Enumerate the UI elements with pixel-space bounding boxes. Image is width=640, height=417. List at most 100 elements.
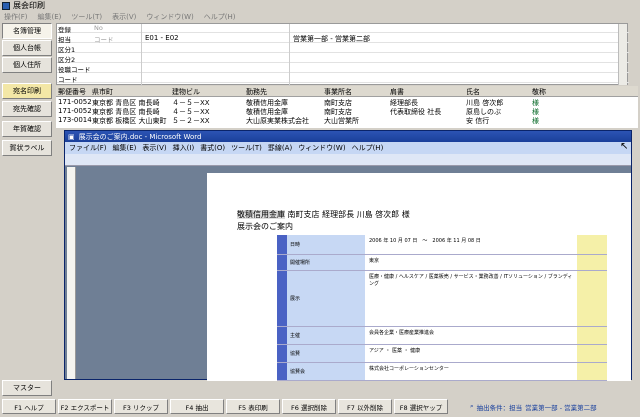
- doc-table-label: 開催場所: [287, 255, 365, 270]
- table-cell: 173-0014: [58, 116, 92, 124]
- word-titlebar[interactable]: ▣ 展示会のご案内.doc - Microsoft Word: [65, 131, 631, 142]
- column-header[interactable]: 県市町: [92, 87, 113, 97]
- menu-item[interactable]: 操作(F): [4, 12, 28, 22]
- doc-table-content: 東京: [365, 255, 577, 270]
- doc-table: 日時 2006 年 10 月 07 日 ～ 2006 年 11 月 08 日開催場…: [277, 235, 607, 381]
- menu-item[interactable]: ツール(T): [71, 12, 102, 22]
- table-row[interactable]: 173-0014 東京都 板橋区 大山東町 ５－２－XX 大山原実業株式会社 大山営業所…: [56, 116, 638, 125]
- form-scrollbar[interactable]: [618, 24, 627, 85]
- extract-condition: ⌕ 抽出条件：担当 営業第一部 - 営業第二部: [470, 399, 640, 414]
- function-key-button[interactable]: F2 エクスポート: [58, 399, 112, 414]
- function-key-button[interactable]: F4 抽出: [170, 399, 224, 414]
- doc-table-row: 主催 会員各企業・医療産業推進会: [277, 327, 607, 345]
- table-cell: 大山原実業株式会社: [246, 117, 309, 125]
- menu-item[interactable]: ヘルプ(H): [204, 12, 236, 22]
- word-menu-item[interactable]: 表示(V): [142, 143, 166, 153]
- word-menu-item[interactable]: ヘルプ(H): [352, 143, 384, 153]
- word-menu-item[interactable]: 書式(O): [200, 143, 225, 153]
- column-header[interactable]: 氏名: [466, 87, 480, 97]
- form-row: 区分1: [57, 44, 629, 54]
- separator: [289, 24, 290, 86]
- column-header[interactable]: 建物ビル: [172, 87, 200, 97]
- table-row[interactable]: 171-0052 東京都 青島区 南長崎 ４－５－XX 敬積信用金庫 南町支店 経理部長川…: [56, 98, 638, 107]
- word-menu-item[interactable]: 罫線(A): [268, 143, 292, 153]
- nav-button[interactable]: 個人住所: [2, 57, 52, 73]
- doc-heading: 展示会のご案内: [237, 222, 293, 231]
- doc-table-extra: [577, 363, 607, 380]
- menu-bar: 操作(F) 編集(E) ツール(T) 表示(V) ウィンドウ(W) ヘルプ(H): [0, 11, 640, 22]
- table-cell: 171-0052: [58, 98, 92, 106]
- table-cell: 171-0052: [58, 107, 92, 115]
- word-menu-item[interactable]: 編集(E): [113, 143, 137, 153]
- menu-item[interactable]: ウィンドウ(W): [146, 12, 193, 22]
- form-label: コード: [58, 76, 78, 84]
- nav-button[interactable]: 年賀確認: [2, 121, 52, 137]
- table-cell: 安 信行: [466, 117, 490, 125]
- table-row[interactable]: 171-0052 東京都 青島区 南長崎 ４－５－XX 敬積信用金庫 南町支店 代表取締役…: [56, 107, 638, 116]
- word-toolbar: [65, 154, 631, 166]
- word-menu-item[interactable]: ツール(T): [231, 143, 262, 153]
- app-titlebar: 展会印刷: [0, 0, 640, 11]
- doc-table-content: 会員各企業・医療産業推進会: [365, 327, 577, 344]
- app-icon: [2, 1, 10, 10]
- nav-button[interactable]: 個人台帳: [2, 40, 52, 56]
- function-key-button[interactable]: F7 以外削除: [338, 399, 392, 414]
- doc-table-content: 株式会社コーポレーションセンター: [365, 363, 577, 380]
- function-key-button[interactable]: F1 ヘルプ: [2, 399, 56, 414]
- doc-table-marker: [277, 271, 287, 326]
- form-row: 役職コード: [57, 64, 629, 74]
- doc-recipient-rest: 南町支店 経理部長 川島 啓次郎 様: [285, 210, 410, 219]
- doc-table-label: 主催: [287, 327, 365, 344]
- filter-form: コード 役職コード 区分2 区分1 担当 コード 登録 No E01 - E02 営業第一部 …: [56, 23, 629, 86]
- form-label: 登録: [58, 26, 71, 34]
- form-value[interactable]: コード: [94, 34, 114, 44]
- function-key-button[interactable]: F8 選択ヤップ: [394, 399, 448, 414]
- doc-table-content: アジア ・ 医薬 ・ 健康: [365, 345, 577, 362]
- menu-item[interactable]: 表示(V): [112, 12, 136, 22]
- function-key-bar: ⌕ 抽出条件：担当 営業第一部 - 営業第二部 F1 ヘルプ F2 エクスポート F…: [0, 397, 640, 417]
- word-menu-item[interactable]: ウィンドウ(W): [298, 143, 345, 153]
- word-menu-item[interactable]: 挿入(I): [173, 143, 195, 153]
- table-cell: 様: [532, 117, 539, 125]
- doc-table-marker: [277, 235, 287, 254]
- column-header[interactable]: 肩書: [390, 87, 404, 97]
- nav-button[interactable]: 名簿管理: [2, 23, 52, 39]
- nav-button[interactable]: マスター: [2, 380, 52, 396]
- column-header[interactable]: 郵便番号: [58, 87, 86, 97]
- doc-table-extra: [577, 255, 607, 270]
- function-key-button[interactable]: F6 選択削除: [282, 399, 336, 414]
- app-title: 展会印刷: [13, 1, 45, 10]
- code-range[interactable]: E01 - E02: [145, 34, 179, 42]
- doc-table-extra: [577, 345, 607, 362]
- form-label: 区分2: [58, 56, 76, 64]
- vertical-ruler: [67, 167, 76, 379]
- menu-item[interactable]: 編集(E): [38, 12, 62, 22]
- column-header[interactable]: 敬称: [532, 87, 546, 97]
- doc-recipient-company: 敬積信用金庫: [237, 210, 285, 219]
- form-label: 担当: [58, 36, 71, 44]
- nav-button[interactable]: 宛先確認: [2, 101, 52, 117]
- nav-button[interactable]: 宛名印刷: [2, 83, 52, 99]
- form-row: 登録 No: [57, 24, 629, 34]
- column-header[interactable]: 事業所名: [324, 87, 352, 97]
- document-page[interactable]: 敬積信用金庫 南町支店 経理部長 川島 啓次郎 様 展示会のご案内 日時 2006…: [207, 173, 631, 381]
- doc-table-label: 協賛会: [287, 363, 365, 380]
- nav-button[interactable]: 賀状ラベル: [2, 140, 52, 156]
- table-cell: 東京都 板橋区 大山東町: [92, 117, 167, 125]
- form-value[interactable]: No: [94, 24, 103, 32]
- left-nav: 名簿管理個人台帳個人住所宛名印刷宛先確認年賀確認賀状ラベルマスター運用: [0, 23, 54, 417]
- word-menu-item[interactable]: ファイル(F): [69, 143, 107, 153]
- function-key-button[interactable]: F3 リクップ: [114, 399, 168, 414]
- doc-table-extra: [577, 327, 607, 344]
- word-menu-bar: ファイル(F) 編集(E) 表示(V) 挿入(I) 書式(O) ツール(T) 罫線(A) ウィ…: [65, 142, 631, 154]
- doc-table-row: 開催場所 東京: [277, 255, 607, 271]
- doc-recipient-line: 敬積信用金庫 南町支店 経理部長 川島 啓次郎 様: [237, 209, 410, 220]
- doc-table-marker: [277, 345, 287, 362]
- address-grid: 郵便番号 県市町 建物ビル 勤務先 事業所名 肩書 氏名 敬称 171-0052 東京都 青島区…: [56, 86, 638, 128]
- grid-header: 郵便番号 県市町 建物ビル 勤務先 事業所名 肩書 氏名 敬称: [56, 86, 638, 97]
- function-key-button[interactable]: F5 表印刷: [226, 399, 280, 414]
- column-header[interactable]: 勤務先: [246, 87, 267, 97]
- doc-table-label: 日時: [287, 235, 365, 254]
- doc-table-label: 展示: [287, 271, 365, 326]
- doc-table-content: 2006 年 10 月 07 日 ～ 2006 年 11 月 08 日: [365, 235, 577, 254]
